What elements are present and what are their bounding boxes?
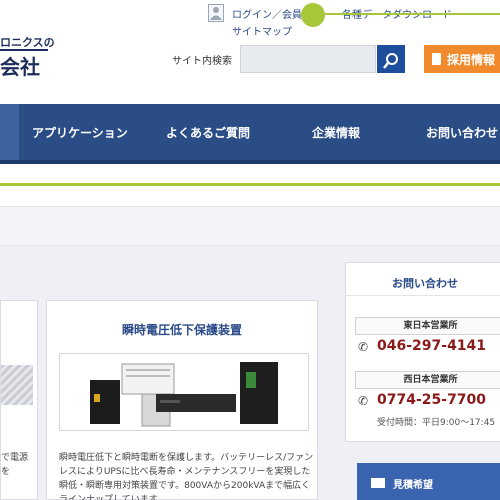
- phone-icon: ✆: [358, 340, 369, 354]
- recruit-button[interactable]: 採用情報: [424, 45, 500, 73]
- product-title[interactable]: 瞬時電圧低下保護装置: [47, 321, 317, 338]
- product-image: [59, 353, 309, 431]
- decorative-dot: [301, 3, 325, 27]
- contact-panel: お問い合わせ 東日本営業所 ✆ 046-297-4141 西日本営業所 ✆ 07…: [345, 262, 500, 442]
- office-label-west: 西日本営業所: [355, 371, 500, 389]
- search-input[interactable]: [240, 45, 376, 73]
- sitemap-link[interactable]: サイトマップ: [232, 23, 292, 38]
- logo-company-name[interactable]: 会社: [0, 51, 40, 80]
- nav-item-faq[interactable]: よくあるご質問: [166, 124, 250, 141]
- phone-number-west[interactable]: 0774-25-7700: [377, 392, 486, 408]
- contact-title: お問い合わせ: [392, 277, 458, 290]
- nav-item-contact[interactable]: お問い合わせ: [426, 124, 498, 141]
- product-card-voltage-sag[interactable]: 瞬時電圧低下保護装置 瞬時電圧低下と瞬時電断を保護します。バッテリーレス/ファン…: [46, 300, 318, 500]
- mail-icon: [371, 478, 385, 488]
- nav-item-applications[interactable]: アプリケーション: [32, 124, 128, 141]
- nav-item-active[interactable]: [0, 104, 19, 160]
- estimate-label: 見積希望: [393, 479, 433, 491]
- decorative-line: [300, 13, 500, 15]
- breadcrumb-band: [0, 206, 500, 246]
- nav-item-company[interactable]: 企業情報: [312, 124, 360, 141]
- phone-icon: ✆: [358, 394, 369, 408]
- product-image: [1, 365, 33, 405]
- divider: [346, 295, 500, 296]
- green-rule: [0, 183, 500, 186]
- logo-tagline: ロニクスの: [0, 36, 55, 49]
- user-icon: [208, 4, 224, 22]
- nav-bottom-border: [0, 160, 500, 164]
- business-hours: 受付時間：平日9:00～17:45: [377, 418, 496, 428]
- office-label-east: 東日本営業所: [355, 317, 500, 335]
- document-icon: [432, 53, 441, 65]
- product-description: 瞬時電圧低下と瞬時電断を保護します。バッテリーレス/ファンレスによりUPSに比べ…: [59, 453, 314, 500]
- search-icon: [383, 53, 398, 69]
- search-label: サイト内検索: [172, 56, 232, 67]
- product-description-partial: で電源 を: [1, 453, 29, 477]
- product-card-partial[interactable]: で電源 を: [0, 300, 38, 500]
- recruit-label: 採用情報: [447, 52, 496, 67]
- phone-number-east[interactable]: 046-297-4141: [377, 338, 486, 354]
- estimate-request-button[interactable]: 見積希望: [357, 463, 500, 500]
- search-button[interactable]: [377, 45, 405, 73]
